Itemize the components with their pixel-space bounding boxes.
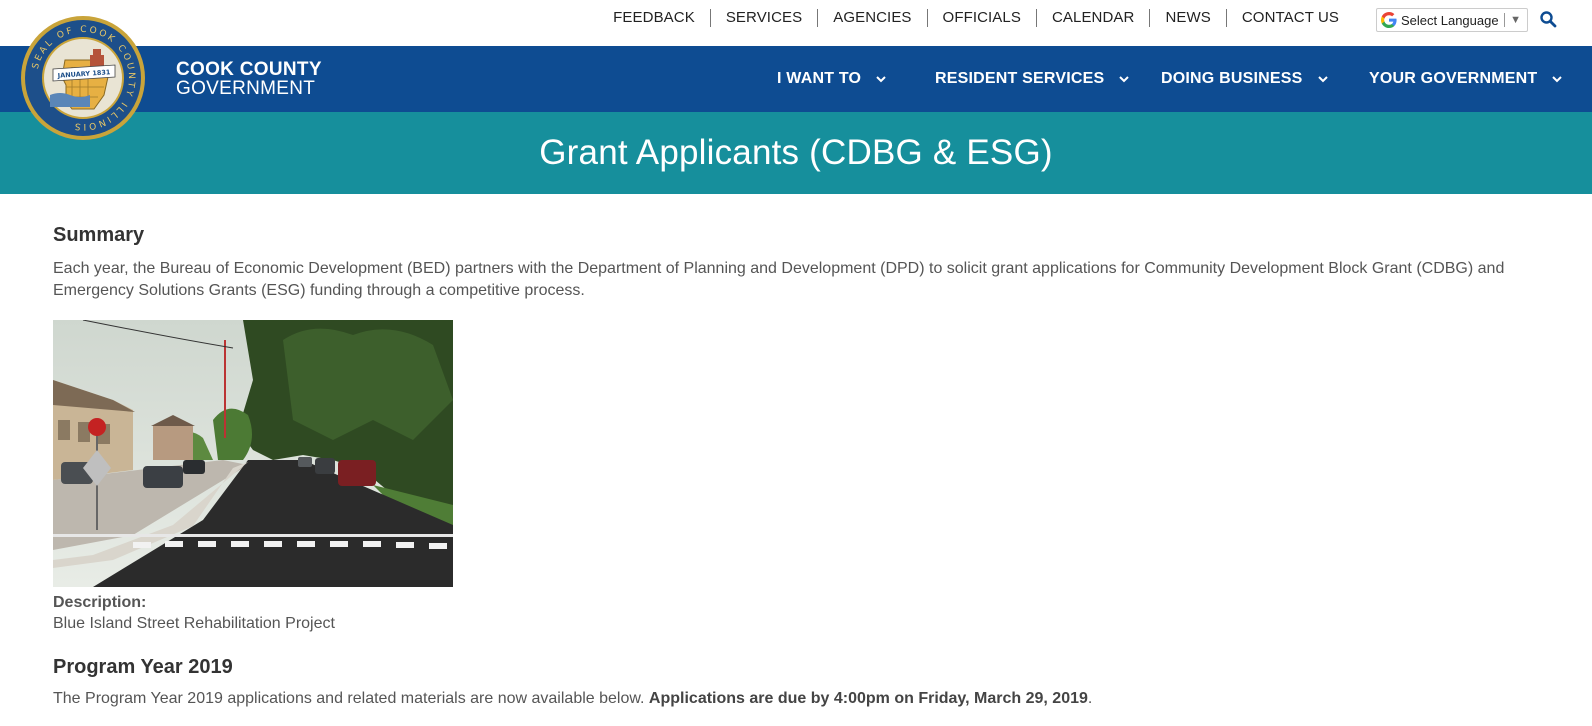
google-icon (1381, 12, 1397, 28)
program-year-text: The Program Year 2019 applications and r… (53, 690, 649, 707)
street-rehabilitation-photo (53, 320, 453, 587)
utility-nav: FEEDBACK SERVICES AGENCIES OFFICIALS CAL… (598, 9, 1354, 27)
main-nav: COOK COUNTY GOVERNMENT I WANT TO RESIDEN… (0, 46, 1592, 112)
nav-item-label: DOING BUSINESS (1161, 70, 1303, 87)
program-year-heading: Program Year 2019 (53, 656, 233, 678)
page-title: Grant Applicants (CDBG & ESG) (539, 133, 1053, 172)
title-banner: Grant Applicants (CDBG & ESG) (0, 112, 1592, 194)
nav-item-your-government[interactable]: YOUR GOVERNMENT (1369, 68, 1563, 90)
program-year-text-end: . (1087, 690, 1093, 707)
chevron-down-icon (876, 76, 886, 83)
chevron-down-icon (1119, 76, 1130, 83)
nav-item-label: RESIDENT SERVICES (935, 70, 1105, 87)
utility-link-contact-us[interactable]: CONTACT US (1225, 9, 1354, 27)
nav-item-label: I WANT TO (777, 70, 862, 87)
nav-item-resident-services[interactable]: RESIDENT SERVICES (935, 68, 1130, 90)
utility-link-calendar[interactable]: CALENDAR (1035, 9, 1150, 27)
program-year-paragraph: The Program Year 2019 applications and r… (53, 688, 1553, 710)
nav-item-doing-business[interactable]: DOING BUSINESS (1161, 68, 1329, 90)
utility-link-news[interactable]: NEWS (1149, 9, 1225, 27)
summary-paragraph: Each year, the Bureau of Economic Develo… (53, 260, 1505, 299)
image-description-label: Description: (53, 594, 147, 611)
language-select-divider (1504, 13, 1506, 27)
utility-link-feedback[interactable]: FEEDBACK (598, 9, 710, 27)
dropdown-arrow-icon: ▼ (1510, 14, 1521, 26)
language-select-label: Select Language (1401, 12, 1499, 28)
chevron-down-icon (1552, 76, 1563, 83)
chevron-down-icon (1317, 76, 1328, 83)
search-icon[interactable] (1539, 10, 1557, 28)
nav-item-label: YOUR GOVERNMENT (1369, 70, 1538, 87)
nav-item-i-want-to[interactable]: I WANT TO (777, 68, 887, 90)
utility-link-agencies[interactable]: AGENCIES (817, 9, 926, 27)
image-description: Blue Island Street Rehabilitation Projec… (53, 615, 335, 632)
utility-link-officials[interactable]: OFFICIALS (926, 9, 1036, 27)
cook-county-seal-logo[interactable]: SEAL OF COOK COUNTY ILLINOIS JANUARY 183… (20, 15, 146, 141)
utility-bar: FEEDBACK SERVICES AGENCIES OFFICIALS CAL… (0, 0, 1592, 46)
utility-link-services[interactable]: SERVICES (709, 9, 817, 27)
summary-heading: Summary (53, 224, 145, 246)
language-select[interactable]: Select Language ▼ (1376, 8, 1528, 32)
application-deadline: Applications are due by 4:00pm on Friday… (648, 690, 1088, 707)
